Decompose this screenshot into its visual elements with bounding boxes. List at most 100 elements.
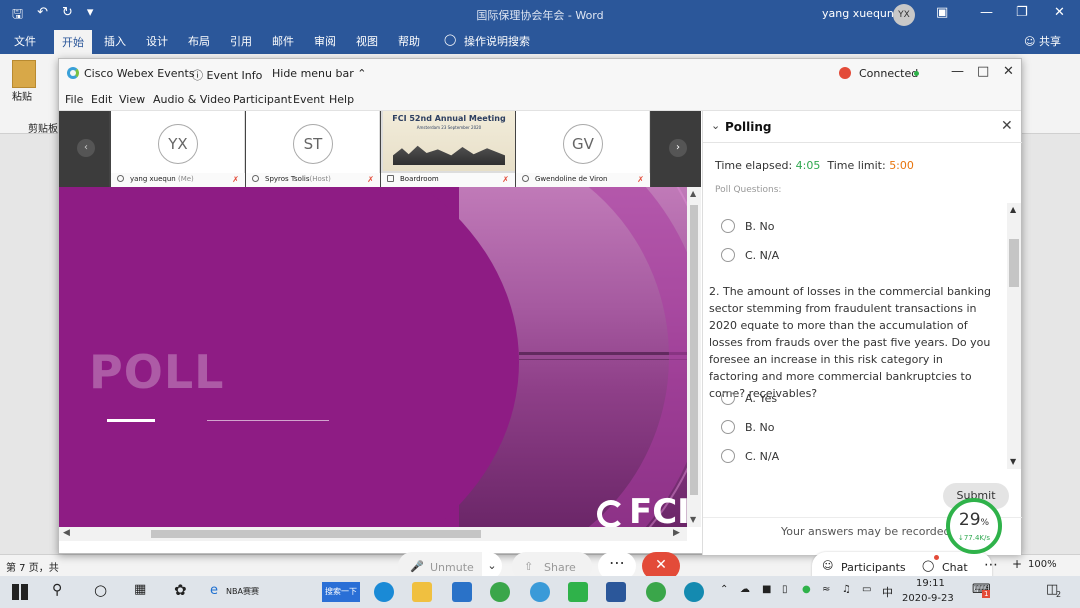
radio-button[interactable]: [721, 449, 735, 463]
word-icon[interactable]: [606, 582, 626, 602]
app-icon[interactable]: ✿: [174, 581, 187, 599]
network-monitor[interactable]: 29% ↓77.4K/s: [946, 498, 1002, 554]
scroll-thumb[interactable]: [1009, 239, 1019, 287]
answer-option[interactable]: B. No: [721, 420, 775, 434]
scroll-thumb[interactable]: [690, 205, 698, 495]
action-center-count: 2: [1056, 590, 1062, 599]
polling-panel: ⌄ Polling ✕ Time elapsed: 4:05 Time limi…: [702, 111, 1022, 555]
slide-horizontal-scrollbar[interactable]: ◀ ▶: [59, 527, 687, 541]
radio-button[interactable]: [721, 219, 735, 233]
scroll-thumb[interactable]: [151, 530, 481, 538]
arrow-right-icon[interactable]: ▶: [673, 528, 680, 538]
paste-icon[interactable]: [12, 60, 36, 88]
ie-icon[interactable]: e: [210, 583, 218, 598]
chevron-up-icon[interactable]: ⌃: [720, 584, 728, 595]
cortana-icon[interactable]: ○: [94, 581, 107, 599]
menu-event[interactable]: Event: [293, 93, 325, 106]
tab-view[interactable]: 视图: [356, 33, 378, 49]
arrow-down-icon[interactable]: ▼: [690, 515, 696, 524]
folder-icon[interactable]: [412, 582, 432, 602]
strip-prev-button[interactable]: ‹: [59, 111, 109, 187]
search-button[interactable]: 搜索一下: [322, 582, 360, 602]
ribbon-tabs: 文件 开始 插入 设计 布局 引用 邮件 审阅 视图 帮助 ◯ 操作说明搜索 ☺…: [0, 28, 1080, 54]
menu-file[interactable]: File: [65, 93, 83, 106]
answer-option[interactable]: B. No: [721, 219, 775, 233]
menu-participant[interactable]: Participant: [233, 93, 292, 106]
strip-next-button[interactable]: ›: [651, 111, 701, 187]
webex-minimize-icon[interactable]: —: [951, 64, 964, 79]
tab-layout[interactable]: 布局: [188, 33, 210, 49]
board-subcaption: Amsterdam 23 September 2020: [416, 125, 482, 130]
minimize-icon[interactable]: —: [980, 5, 993, 20]
questions-scrollbar[interactable]: ▲ ▼: [1007, 203, 1021, 469]
participant-role: (Host): [309, 175, 331, 183]
share-button[interactable]: ☺ 共享: [1024, 33, 1061, 49]
tab-mailings[interactable]: 邮件: [272, 33, 294, 49]
webex-icon[interactable]: [646, 582, 666, 602]
participants-button[interactable]: Participants: [841, 561, 906, 574]
answer-option[interactable]: C. N/A: [721, 449, 779, 463]
menu-help[interactable]: Help: [329, 93, 354, 106]
slide-vertical-scrollbar[interactable]: ▲ ▼: [687, 187, 701, 527]
answer-option[interactable]: A. Yes: [721, 391, 777, 405]
menu-audio-video[interactable]: Audio & Video: [153, 93, 231, 106]
zoom-in-icon[interactable]: +: [1012, 557, 1022, 571]
participant-tile[interactable]: ST Spyros Tsolis(Host) ✗: [246, 111, 380, 187]
event-info-label: Event Info: [206, 69, 263, 82]
tab-design[interactable]: 设计: [146, 33, 168, 49]
chat-button[interactable]: Chat: [942, 561, 968, 574]
ime-indicator[interactable]: 中: [882, 584, 893, 600]
menu-view[interactable]: View: [119, 93, 145, 106]
participant-tile[interactable]: GV Gwendoline de Viron ✗: [516, 111, 650, 187]
participant-name: Spyros Tsolis: [265, 175, 310, 183]
menu-edit[interactable]: Edit: [91, 93, 112, 106]
radio-button[interactable]: [721, 248, 735, 262]
arrow-down-icon[interactable]: ▼: [1010, 457, 1016, 466]
task-view-icon[interactable]: ▦: [134, 582, 146, 597]
board-caption: FCI 52nd Annual Meeting: [392, 114, 506, 123]
cpu-percent: 29%: [950, 510, 998, 530]
tab-review[interactable]: 审阅: [314, 33, 336, 49]
chevron-down-icon[interactable]: ⌄: [711, 119, 720, 132]
ribbon-display-icon[interactable]: ▣: [936, 5, 948, 20]
tab-home[interactable]: 开始: [54, 30, 92, 54]
arrow-left-icon[interactable]: ◀: [63, 528, 70, 538]
restore-icon[interactable]: ❐: [1016, 5, 1028, 20]
webex-close-icon[interactable]: ✕: [1003, 64, 1014, 79]
tab-insert[interactable]: 插入: [104, 33, 126, 49]
tab-file[interactable]: 文件: [14, 33, 36, 49]
radio-button[interactable]: [721, 420, 735, 434]
tell-me-search[interactable]: 操作说明搜索: [464, 33, 530, 49]
headset-icon: [117, 175, 124, 182]
search-icon[interactable]: ⚲: [52, 582, 62, 598]
close-panel-icon[interactable]: ✕: [1001, 118, 1013, 134]
windows-start-icon[interactable]: [12, 584, 28, 600]
lightbulb-icon: ◯: [444, 33, 457, 46]
webex-maximize-icon[interactable]: □: [977, 64, 989, 79]
tab-help[interactable]: 帮助: [398, 33, 420, 49]
wechat-icon[interactable]: [568, 582, 588, 602]
app-icon[interactable]: [684, 582, 704, 602]
radio-button[interactable]: [721, 391, 735, 405]
participant-tile[interactable]: FCI 52nd Annual Meeting Amsterdam 23 Sep…: [381, 111, 515, 187]
close-icon[interactable]: ✕: [1054, 5, 1065, 20]
mail-icon[interactable]: [452, 582, 472, 602]
chevron-right-icon: ›: [669, 139, 687, 157]
webex-logo-icon: [67, 67, 79, 79]
answer-option[interactable]: C. N/A: [721, 248, 779, 262]
avatar[interactable]: YX: [893, 4, 915, 26]
taskbar-app-label[interactable]: NBA赛赛: [226, 586, 259, 597]
more-icon[interactable]: ⋯: [984, 557, 998, 573]
edge-icon[interactable]: [374, 582, 394, 602]
participant-tile[interactable]: YX yang xuequn (Me) ✗: [111, 111, 245, 187]
arrow-up-icon[interactable]: ▲: [1010, 205, 1016, 214]
tab-references[interactable]: 引用: [230, 33, 252, 49]
event-info-button[interactable]: ⓘ Event Info: [192, 67, 262, 83]
participant-name: Boardroom: [400, 175, 439, 183]
ie-browser-icon[interactable]: [530, 582, 550, 602]
hide-menu-bar-button[interactable]: Hide menu bar ⌃: [272, 67, 366, 80]
zoom-level[interactable]: 100%: [1028, 559, 1057, 570]
option-label: A. Yes: [745, 392, 778, 405]
browser-icon[interactable]: [490, 582, 510, 602]
arrow-up-icon[interactable]: ▲: [690, 189, 696, 198]
